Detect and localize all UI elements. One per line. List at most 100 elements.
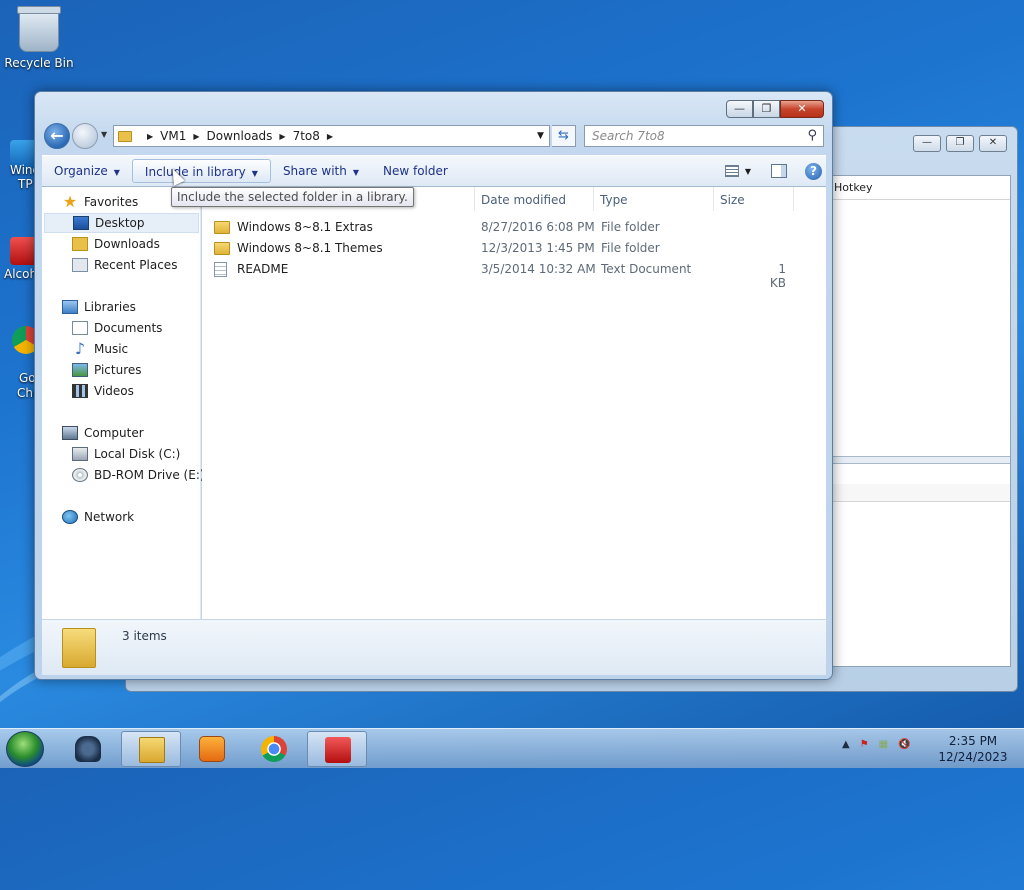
chevron-down-icon[interactable]: ▼ [531, 131, 549, 141]
libraries-icon [62, 300, 78, 314]
taskbar-button-explorer[interactable] [121, 731, 181, 767]
new-folder-button[interactable]: New folder [371, 159, 460, 183]
chevron-right-icon[interactable]: ▶ [279, 132, 285, 141]
navigation-pane[interactable]: ★ Favorites Desktop Downloads Recent Plac… [42, 187, 217, 619]
breadcrumb-item[interactable]: 7to8 [293, 129, 320, 143]
back-button[interactable]: ← [44, 123, 70, 149]
breadcrumb-item[interactable]: VM1 [160, 129, 186, 143]
clock[interactable]: 2:35 PM 12/24/2023 [938, 733, 1008, 765]
desktop-icon-label: Alcoh [4, 267, 38, 281]
network-icon [62, 510, 78, 524]
chevron-down-icon: ▼ [352, 168, 359, 177]
taskbar-button-game[interactable] [58, 731, 118, 767]
chevron-up-icon[interactable]: ▲ [842, 739, 850, 750]
minimize-button[interactable]: — [726, 100, 753, 118]
nav-item-network[interactable]: Network [62, 507, 134, 527]
search-input[interactable]: Search 7to8 ⚲ [584, 125, 824, 147]
star-icon: ★ [62, 192, 78, 211]
file-name[interactable]: Windows 8~8.1 Themes [237, 241, 383, 255]
organize-button[interactable]: Organize ▼ [42, 159, 132, 183]
include-in-library-button[interactable]: Include in library ▼ [131, 159, 271, 183]
search-icon[interactable]: ⚲ [807, 128, 817, 143]
close-button[interactable]: ✕ [979, 135, 1007, 152]
nav-item-computer[interactable]: Computer [62, 423, 144, 443]
taskbar-button-media-player[interactable] [182, 731, 242, 767]
chevron-down-icon: ▼ [251, 169, 258, 178]
breadcrumb-item[interactable]: Downloads [207, 129, 273, 143]
minimize-button[interactable]: — [913, 135, 941, 152]
system-tray: ▲ ⚑ ▦ 🔇 [842, 739, 911, 750]
chevron-down-icon[interactable]: ▼ [745, 167, 751, 176]
file-list[interactable]: Name Date modified Type Size Windows 8~8… [202, 187, 826, 619]
preview-pane-icon[interactable] [771, 164, 787, 178]
refresh-button[interactable]: ⇆ [552, 125, 576, 147]
list-header-strip [832, 484, 1010, 502]
share-with-button[interactable]: Share with ▼ [271, 159, 371, 183]
start-button[interactable] [6, 731, 44, 767]
maximize-button[interactable]: ❐ [946, 135, 974, 152]
nav-item-favorites[interactable]: ★ Favorites [62, 192, 138, 212]
file-row[interactable]: Windows 8~8.1 Themes [214, 238, 383, 258]
recent-places-icon [72, 258, 88, 272]
file-row[interactable]: README [214, 259, 288, 279]
music-note-icon: ♪ [74, 339, 86, 358]
nav-item-documents[interactable]: Documents [72, 318, 162, 338]
alcohol-120-icon [325, 737, 351, 763]
pictures-icon [72, 363, 88, 377]
file-type: File folder [601, 220, 660, 234]
explorer-window[interactable]: — ❐ ✕ ← ▼ ▶ VM1 ▶ Downloads ▶ 7to8 ▶ ▼ ⇆… [34, 91, 833, 680]
nav-item-recent-places[interactable]: Recent Places [72, 255, 177, 275]
desktop-icon-label: TP [18, 177, 33, 191]
nav-item-music[interactable]: ♪ Music [72, 339, 128, 359]
folder-icon [214, 241, 230, 255]
file-type: Text Document [601, 262, 692, 276]
network-status-icon[interactable]: ▦ [879, 739, 888, 750]
help-icon[interactable]: ? [805, 162, 822, 180]
tooltip: Include the selected folder in a library… [171, 187, 414, 207]
maximize-button[interactable]: ❐ [753, 100, 780, 118]
file-row[interactable]: Windows 8~8.1 Extras [214, 217, 373, 237]
desktop-icon-recycle-bin[interactable]: Recycle Bin [2, 6, 76, 70]
nav-item-label: Pictures [94, 363, 142, 377]
clock-date: 12/24/2023 [938, 750, 1008, 764]
folder-icon [118, 130, 132, 142]
forward-button[interactable] [72, 123, 98, 149]
recent-pages-dropdown[interactable]: ▼ [101, 130, 107, 139]
nav-item-local-disk[interactable]: Local Disk (C:) [72, 444, 180, 464]
column-header-date-modified[interactable]: Date modified [474, 187, 594, 211]
chevron-right-icon[interactable]: ▶ [193, 132, 199, 141]
nav-item-label: Recent Places [94, 258, 178, 272]
command-bar: Organize ▼ Include in library ▼ Share with… [42, 155, 826, 187]
file-name[interactable]: README [237, 262, 288, 276]
chrome-icon [261, 736, 287, 762]
file-size: 1 KB [769, 262, 786, 290]
column-header-size[interactable]: Size [714, 187, 794, 211]
nav-item-libraries[interactable]: Libraries [62, 297, 136, 317]
videos-icon [72, 384, 88, 398]
splitter[interactable] [832, 456, 1010, 464]
background-list-pane[interactable]: Hotkey [831, 175, 1011, 667]
chevron-right-icon[interactable]: ▶ [147, 132, 153, 141]
change-view-icon[interactable] [724, 165, 739, 177]
nav-item-downloads[interactable]: Downloads [72, 234, 160, 254]
taskbar-button-chrome[interactable] [244, 731, 304, 767]
close-button[interactable]: ✕ [780, 100, 824, 118]
joystick-icon [75, 736, 101, 762]
folder-icon [62, 628, 96, 668]
column-header-type[interactable]: Type [594, 187, 714, 211]
documents-icon [72, 321, 88, 335]
address-bar[interactable]: ▶ VM1 ▶ Downloads ▶ 7to8 ▶ ▼ [113, 125, 550, 147]
taskbar-button-alcohol[interactable] [307, 731, 367, 767]
nav-item-bd-rom[interactable]: BD-ROM Drive (E:) C [72, 465, 217, 485]
nav-item-pictures[interactable]: Pictures [72, 360, 142, 380]
file-name[interactable]: Windows 8~8.1 Extras [237, 220, 373, 234]
chevron-right-icon[interactable]: ▶ [327, 132, 333, 141]
column-header-hotkey[interactable]: Hotkey [832, 176, 1010, 200]
nav-item-desktop[interactable]: Desktop [44, 213, 199, 233]
text-file-icon [214, 261, 227, 277]
nav-item-videos[interactable]: Videos [72, 381, 134, 401]
recycle-bin-icon [17, 6, 61, 52]
media-player-icon [199, 736, 225, 762]
volume-muted-icon[interactable]: 🔇 [898, 739, 910, 750]
action-center-icon[interactable]: ⚑ [860, 739, 869, 750]
